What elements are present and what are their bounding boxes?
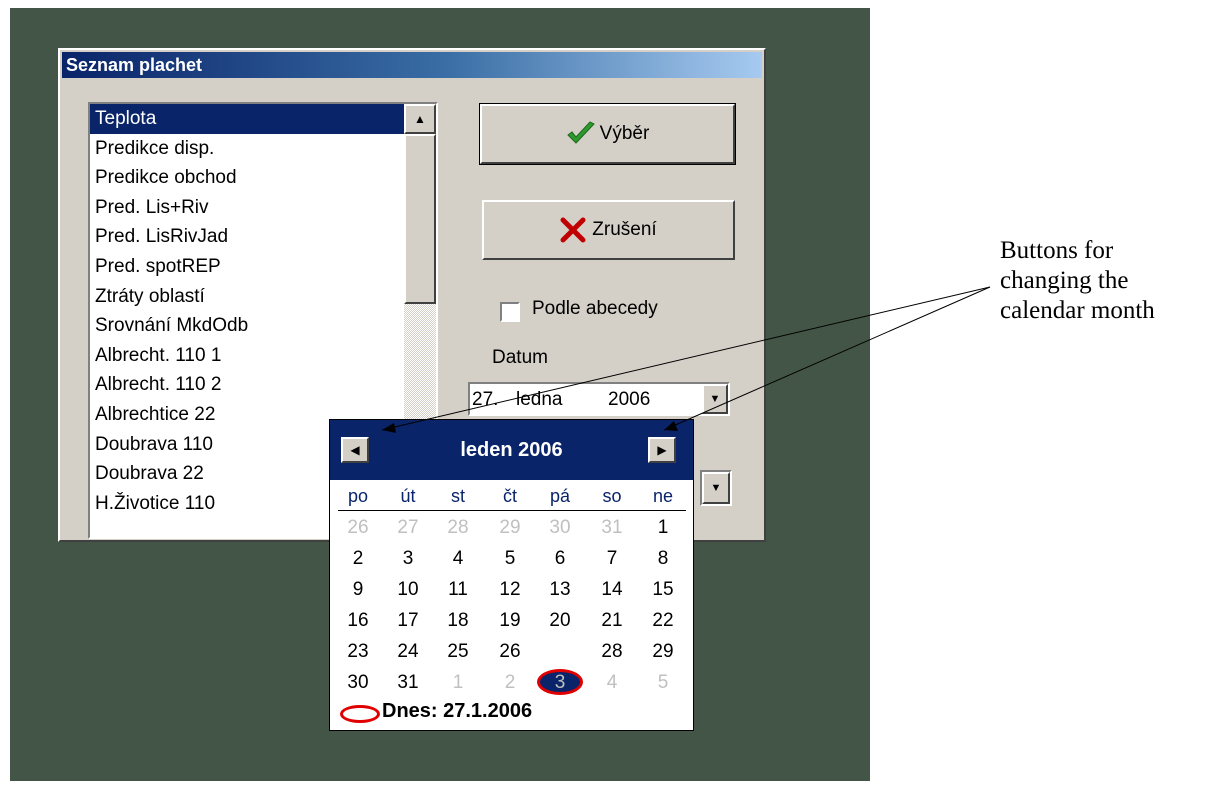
calendar-day[interactable]: 30: [338, 670, 378, 696]
right-arrow-icon: ▶: [657, 443, 667, 457]
calendar-day[interactable]: 7: [592, 546, 632, 572]
weekday-header: ne: [652, 486, 674, 506]
calendar-day[interactable]: 3: [388, 546, 428, 572]
alphabetical-checkbox-label[interactable]: Podle abecedy: [532, 298, 658, 320]
date-day[interactable]: 27.: [472, 389, 498, 411]
calendar-day[interactable]: 4: [438, 546, 478, 572]
list-item[interactable]: Predikce obchod: [90, 163, 404, 193]
weekday-header: čt: [502, 486, 517, 506]
calendar-day[interactable]: 13: [540, 577, 580, 603]
annotation-line: changing the: [1000, 267, 1129, 294]
annotation-line: Buttons for: [1000, 237, 1114, 264]
list-item[interactable]: Pred. LisRivJad: [90, 222, 404, 252]
calendar-day[interactable]: 29: [490, 515, 530, 541]
chevron-down-icon: ▼: [710, 482, 722, 494]
list-item[interactable]: Pred. spotREP: [90, 252, 404, 282]
select-button-label: Výběr: [599, 123, 650, 144]
today-link[interactable]: Dnes: 27.1.2006: [382, 700, 532, 723]
list-item[interactable]: Srovnání MkdOdb: [90, 311, 404, 341]
calendar-month-title: leden 2006: [460, 439, 563, 461]
list-item[interactable]: Teplota: [90, 104, 404, 134]
calendar-day[interactable]: 30: [540, 515, 580, 541]
calendar-day[interactable]: 19: [490, 608, 530, 634]
calendar-day[interactable]: 1: [643, 515, 683, 541]
cancel-button[interactable]: Zrušení: [482, 200, 735, 260]
list-item[interactable]: Predikce disp.: [90, 134, 404, 164]
calendar-day[interactable]: 3: [540, 670, 580, 696]
calendar-day[interactable]: 25: [438, 639, 478, 665]
weekday-divider: [338, 510, 686, 511]
calendar-day[interactable]: 16: [338, 608, 378, 634]
calendar-day[interactable]: 6: [540, 546, 580, 572]
calendar-day[interactable]: 31: [388, 670, 428, 696]
left-arrow-icon: ◀: [350, 443, 360, 457]
calendar-day[interactable]: 12: [490, 577, 530, 603]
calendar-popup: leden 2006 ◀ ▶ po út st čt pá so ne 26 27…: [329, 419, 694, 731]
calendar-day[interactable]: 15: [643, 577, 683, 603]
checkmark-icon: [566, 121, 595, 144]
date-month[interactable]: ledna: [516, 389, 563, 411]
calendar-day[interactable]: 9: [338, 577, 378, 603]
calendar-day[interactable]: 31: [592, 515, 632, 541]
calendar-day[interactable]: 29: [643, 639, 683, 665]
calendar-day[interactable]: 1: [438, 670, 478, 696]
weekday-header: po: [347, 486, 369, 506]
list-item[interactable]: Albrecht. 110 2: [90, 370, 404, 400]
cancel-x-icon: [560, 217, 586, 243]
annotation-line: calendar month: [1000, 297, 1155, 324]
calendar-day[interactable]: 8: [643, 546, 683, 572]
weekday-header: st: [450, 486, 465, 506]
calendar-day[interactable]: 22: [643, 608, 683, 634]
calendar-day[interactable]: 20: [540, 608, 580, 634]
list-item[interactable]: Ztráty oblastí: [90, 282, 404, 312]
calendar-day[interactable]: 17: [388, 608, 428, 634]
previous-month-button[interactable]: ◀: [341, 437, 369, 463]
calendar-day[interactable]: 21: [592, 608, 632, 634]
next-month-button[interactable]: ▶: [648, 437, 676, 463]
calendar-day[interactable]: 27: [540, 639, 580, 665]
cancel-button-label: Zrušení: [592, 219, 657, 240]
list-item[interactable]: Albrecht. 110 1: [90, 341, 404, 371]
date-combo[interactable]: 27. ledna 2006 ▼: [468, 382, 730, 416]
calendar-day[interactable]: 14: [592, 577, 632, 603]
calendar-day[interactable]: 23: [338, 639, 378, 665]
select-button[interactable]: Výběr: [479, 103, 736, 165]
today-circle-icon: [340, 705, 380, 723]
second-combo[interactable]: ▼: [700, 470, 732, 506]
calendar-header: leden 2006 ◀ ▶: [330, 420, 693, 480]
chevron-down-icon: ▼: [709, 393, 721, 405]
list-item[interactable]: Pred. Lis+Riv: [90, 193, 404, 223]
calendar-day[interactable]: 18: [438, 608, 478, 634]
calendar-day[interactable]: 26: [490, 639, 530, 665]
date-dropdown-button[interactable]: ▼: [702, 384, 728, 414]
date-year[interactable]: 2006: [608, 389, 650, 411]
weekday-header: út: [400, 486, 416, 506]
scroll-up-button[interactable]: ▲: [404, 104, 436, 134]
calendar-day[interactable]: 5: [643, 670, 683, 696]
annotation-text: Buttons for changing the calendar month: [1000, 236, 1220, 326]
calendar-day[interactable]: 28: [438, 515, 478, 541]
weekday-header: so: [602, 486, 622, 506]
calendar-day[interactable]: 27: [388, 515, 428, 541]
second-combo-dropdown-button[interactable]: ▼: [702, 472, 730, 504]
calendar-day[interactable]: 4: [592, 670, 632, 696]
weekday-header: pá: [549, 486, 571, 506]
calendar-day[interactable]: 11: [438, 577, 478, 603]
calendar-day[interactable]: 5: [490, 546, 530, 572]
calendar-day[interactable]: 24: [388, 639, 428, 665]
date-label: Datum: [492, 347, 548, 368]
calendar-day[interactable]: 10: [388, 577, 428, 603]
calendar-day[interactable]: 2: [338, 546, 378, 572]
calendar-day[interactable]: 28: [592, 639, 632, 665]
alphabetical-checkbox[interactable]: [500, 302, 520, 322]
scrollbar-thumb[interactable]: [404, 134, 436, 304]
calendar-day[interactable]: 2: [490, 670, 530, 696]
dialog-title: Seznam plachet: [62, 52, 762, 78]
calendar-day[interactable]: 26: [338, 515, 378, 541]
